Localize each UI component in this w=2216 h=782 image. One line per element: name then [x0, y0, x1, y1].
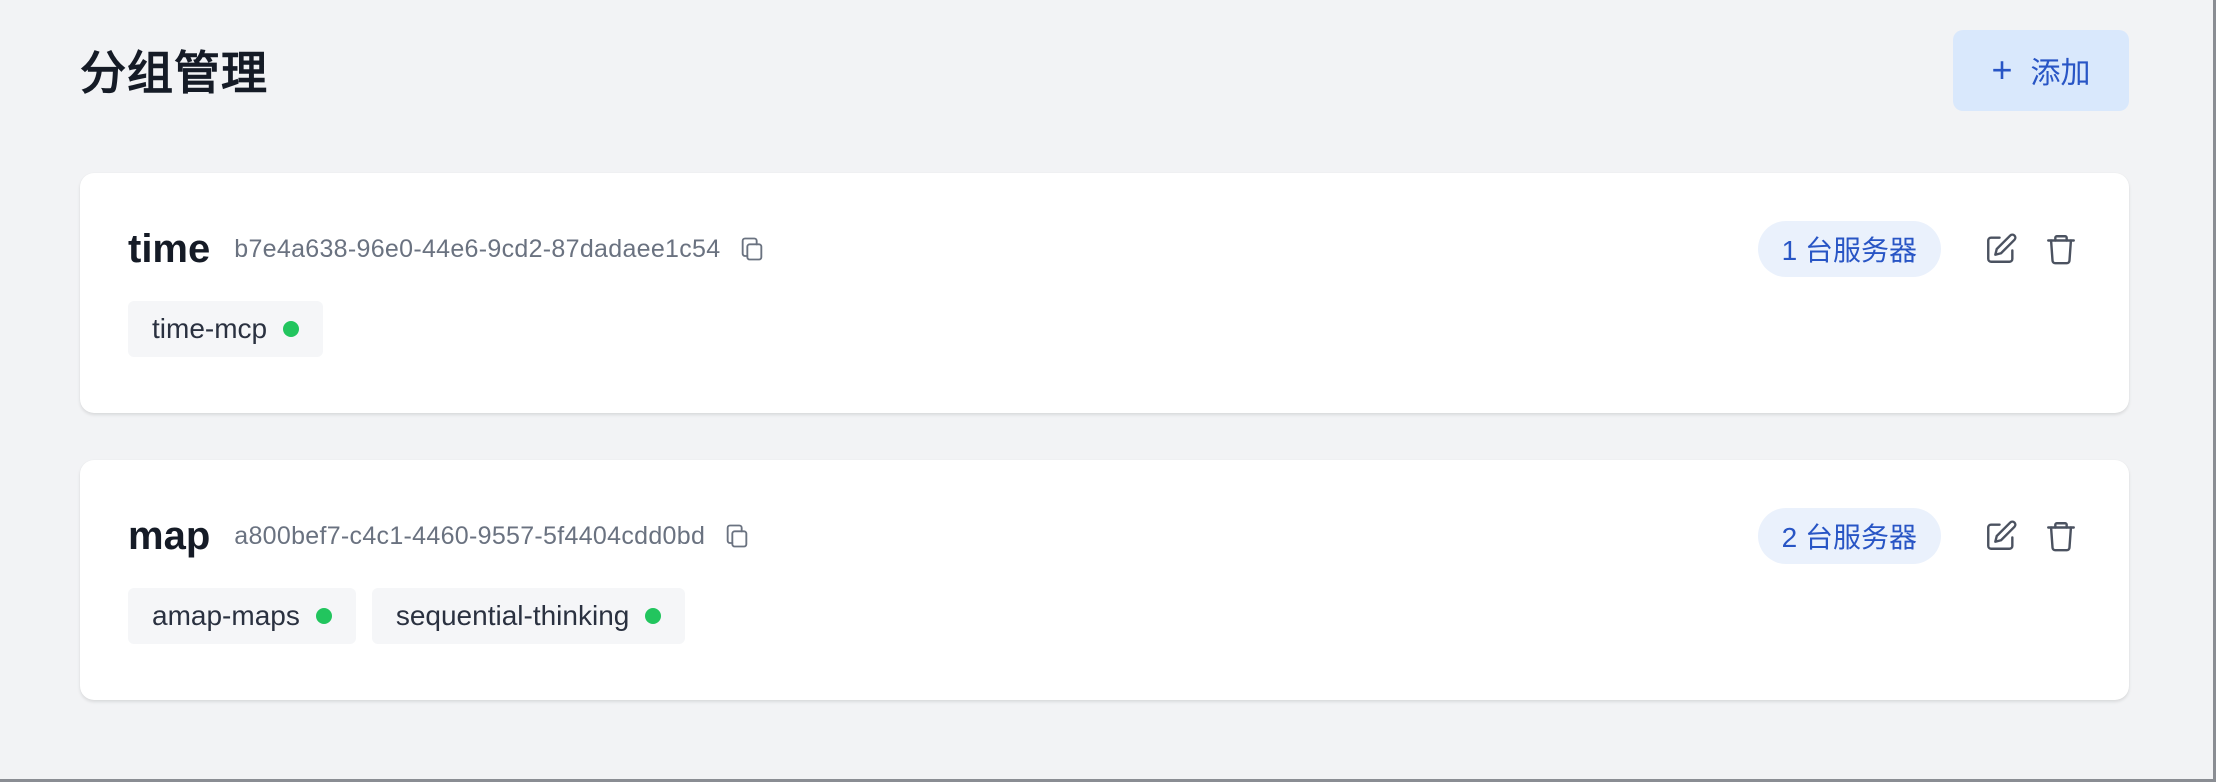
add-group-button[interactable]: + 添加: [1953, 29, 2129, 111]
delete-icon[interactable]: [2041, 229, 2081, 269]
group-actions: 1 台服务器: [1757, 221, 2081, 277]
group-info: time b7e4a638-96e0-44e6-9cd2-87dadaee1c5…: [128, 227, 768, 272]
page-header: 分组管理 + 添加: [80, 0, 2129, 140]
server-tag: amap-maps: [128, 588, 356, 644]
server-tag-list: time-mcp: [128, 301, 2081, 357]
server-tag: time-mcp: [128, 301, 324, 357]
server-tag-label: amap-maps: [152, 600, 300, 631]
group-card-header: map a800bef7-c4c1-4460-9557-5f4404cdd0bd…: [128, 508, 2081, 564]
server-tag: sequential-thinking: [371, 588, 686, 644]
status-online-dot: [645, 608, 662, 624]
server-tag-list: amap-maps sequential-thinking: [128, 588, 2081, 644]
server-count-badge: 2 台服务器: [1757, 508, 1941, 564]
copy-icon[interactable]: [736, 233, 768, 265]
add-button-label: 添加: [2030, 57, 2091, 90]
group-actions: 2 台服务器: [1757, 508, 2081, 564]
server-tag-label: sequential-thinking: [395, 600, 630, 631]
plus-icon: +: [1991, 49, 2013, 90]
server-count-badge: 1 台服务器: [1757, 221, 1941, 277]
group-name: map: [128, 513, 211, 558]
status-online-dot: [283, 321, 300, 337]
delete-icon[interactable]: [2041, 516, 2081, 556]
edit-icon[interactable]: [1981, 229, 2021, 269]
group-info: map a800bef7-c4c1-4460-9557-5f4404cdd0bd: [128, 514, 753, 559]
group-card: map a800bef7-c4c1-4460-9557-5f4404cdd0bd…: [80, 460, 2129, 700]
group-id: b7e4a638-96e0-44e6-9cd2-87dadaee1c54: [234, 234, 721, 263]
copy-icon[interactable]: [721, 520, 753, 552]
group-card-header: time b7e4a638-96e0-44e6-9cd2-87dadaee1c5…: [128, 221, 2081, 277]
group-management-page: 分组管理 + 添加 time b7e4a638-96e0-44e6-9cd2-8…: [0, 0, 2216, 782]
group-name: time: [128, 226, 211, 271]
server-tag-label: time-mcp: [152, 313, 268, 344]
status-online-dot: [315, 608, 332, 624]
group-id: a800bef7-c4c1-4460-9557-5f4404cdd0bd: [234, 521, 706, 550]
page-title: 分组管理: [80, 47, 268, 99]
edit-icon[interactable]: [1981, 516, 2021, 556]
group-card: time b7e4a638-96e0-44e6-9cd2-87dadaee1c5…: [80, 173, 2129, 413]
